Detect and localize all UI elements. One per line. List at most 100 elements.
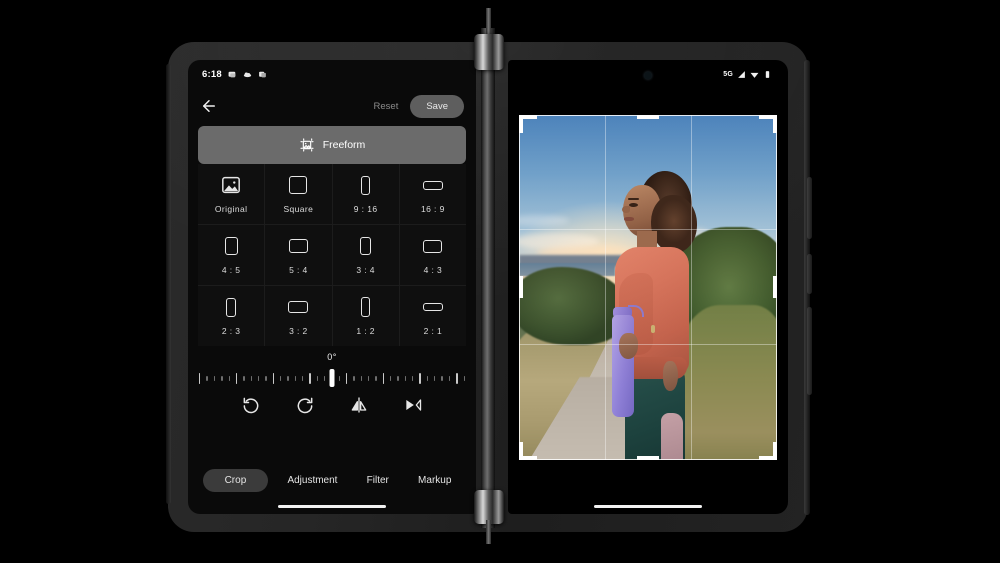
rotation-tick: [353, 375, 355, 381]
rotation-tick: [199, 372, 201, 384]
rotation-slider[interactable]: [196, 368, 468, 388]
back-arrow-icon[interactable]: [200, 97, 218, 115]
curly-hair-back: [651, 194, 697, 253]
ratio-shape-icon: [224, 237, 238, 255]
ratio-label: 5 : 4: [289, 265, 308, 275]
flip-vertical-icon[interactable]: [349, 395, 369, 415]
aspect-ratio-169[interactable]: 16 : 9: [399, 164, 466, 224]
rotate-left-icon[interactable]: [241, 395, 261, 415]
rotation-tick: [309, 372, 311, 384]
ratio-shape-icon: [422, 180, 443, 190]
rotation-tick: [213, 375, 216, 381]
ratio-shape-icon: [360, 237, 372, 255]
ratio-label: 9 : 16: [353, 204, 378, 214]
rotation-tick: [404, 375, 407, 381]
reset-button[interactable]: Reset: [366, 97, 407, 116]
aspect-ratio-45[interactable]: 4 : 5: [198, 225, 265, 285]
freeform-mode-header[interactable]: Freeform: [198, 126, 466, 164]
rotation-tick: [316, 375, 318, 381]
back-leg: [661, 412, 683, 460]
cloud: [519, 214, 569, 226]
screenshot-root: 6:18 Reset Save Freeform Original Square…: [0, 0, 1000, 563]
rotation-tick: [323, 375, 326, 381]
rotate-right-icon[interactable]: [295, 395, 315, 415]
ratio-shape-icon: [361, 297, 371, 317]
aspect-ratio-43[interactable]: 4 : 3: [399, 225, 466, 285]
photo-preview[interactable]: [519, 114, 777, 460]
ratio-icon-wrap: [422, 174, 443, 196]
aspect-ratio-23[interactable]: 2 : 3: [198, 286, 265, 346]
aspect-ratio-916[interactable]: 9 : 16: [332, 164, 399, 224]
hinge-barrel-top: [474, 34, 504, 70]
flip-horizontal-icon[interactable]: [403, 395, 423, 415]
rotation-tick: [279, 375, 282, 381]
rotation-tick: [235, 372, 238, 384]
rotation-tick: [390, 375, 392, 381]
rotation-tick: [265, 375, 267, 381]
aspect-ratio-original[interactable]: Original: [198, 164, 265, 224]
status-bar-left-group: 6:18: [202, 69, 267, 80]
ratio-shape-icon: [289, 176, 308, 194]
ratio-shape-icon: [422, 303, 443, 311]
rotation-tick: [360, 375, 363, 381]
ratio-shape-icon: [226, 297, 237, 317]
ratio-shape-icon: [423, 239, 443, 253]
rotation-tick: [221, 375, 223, 381]
rotation-tick: [346, 372, 348, 384]
volume-up-button[interactable]: [807, 177, 812, 239]
rotation-slider-thumb[interactable]: [329, 369, 335, 387]
rotation-tick: [397, 375, 399, 381]
rotation-tick: [426, 375, 429, 381]
ratio-icon-wrap: [224, 235, 238, 257]
rotation-tick: [272, 372, 274, 384]
tab-adjustment[interactable]: Adjustment: [277, 469, 347, 492]
ratio-label: 4 : 3: [423, 265, 443, 275]
device-left-edge: [166, 64, 171, 504]
ratio-icon-wrap: [288, 296, 309, 318]
power-button[interactable]: [807, 307, 812, 395]
rotation-tick: [456, 372, 458, 384]
ratio-icon-wrap: [423, 235, 443, 257]
rotation-tick: [338, 375, 341, 381]
rotation-tick: [368, 375, 370, 381]
status-time: 6:18: [202, 68, 222, 80]
editor-app-bar: Reset Save: [188, 88, 476, 124]
aspect-ratio-12[interactable]: 1 : 2: [332, 286, 399, 346]
rotation-tick: [375, 375, 377, 381]
status-bar-left: 6:18: [188, 60, 476, 88]
volume-down-button[interactable]: [807, 254, 812, 294]
photos-icon: [258, 71, 266, 77]
ratio-icon-wrap: [289, 174, 308, 196]
photo-preview-area: [508, 60, 788, 514]
rotation-tick: [448, 375, 451, 381]
rotation-tick: [419, 372, 421, 384]
ratio-shape-icon: [361, 175, 371, 195]
aspect-ratio-32[interactable]: 3 : 2: [265, 286, 332, 346]
tab-filter[interactable]: Filter: [357, 469, 399, 492]
purple-water-bottle: [612, 314, 634, 417]
original-image-icon: [222, 176, 241, 194]
gesture-nav-bar-right[interactable]: [594, 505, 702, 508]
ratio-label: 3 : 4: [356, 265, 375, 275]
ratio-icon-wrap: [360, 235, 372, 257]
rotation-tick: [243, 375, 245, 381]
tab-crop[interactable]: Crop: [202, 469, 269, 492]
save-button[interactable]: Save: [410, 94, 464, 118]
gesture-nav-bar-left[interactable]: [278, 505, 386, 508]
left-screen: 6:18 Reset Save Freeform Original Square…: [188, 60, 476, 514]
nose: [622, 205, 630, 213]
tab-markup[interactable]: Markup: [408, 469, 461, 492]
aspect-ratio-21[interactable]: 2 : 1: [399, 286, 466, 346]
rotation-tick: [441, 375, 443, 381]
ratio-label: 16 : 9: [421, 204, 445, 214]
rotation-tick: [257, 375, 260, 381]
aspect-ratio-34[interactable]: 3 : 4: [332, 225, 399, 285]
aspect-ratio-grid: Original Square 9 : 16 16 : 9 4 : 5 5 : 4 3 : …: [198, 164, 466, 346]
aspect-ratio-54[interactable]: 5 : 4: [265, 225, 332, 285]
aspect-ratio-square[interactable]: Square: [265, 164, 332, 224]
ratio-shape-icon: [288, 301, 309, 313]
rotation-tick: [434, 375, 436, 381]
hand: [663, 360, 678, 391]
hinge-stem-bottom: [486, 520, 491, 544]
ratio-icon-wrap: [288, 235, 308, 257]
